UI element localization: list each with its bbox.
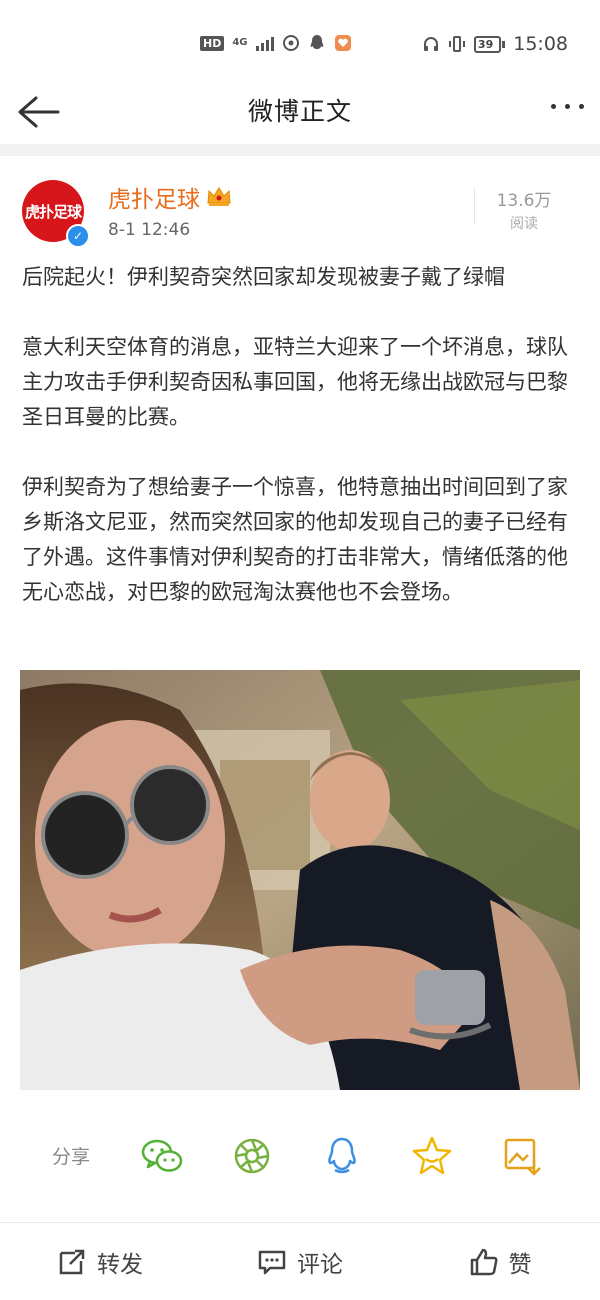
verified-badge-icon: ✓ xyxy=(66,224,90,248)
clock: 15:08 xyxy=(513,33,568,55)
share-bar: 分享 xyxy=(0,1130,600,1182)
netease-music-icon xyxy=(282,35,299,51)
read-count-value: 13.6万 xyxy=(496,191,552,211)
post-headline: 后院起火！伊利契奇突然回家却发现被妻子戴了绿帽 xyxy=(22,265,505,289)
headset-icon xyxy=(423,37,438,51)
like-button[interactable]: 赞 xyxy=(400,1224,600,1300)
author-name[interactable]: 虎扑足球 xyxy=(108,180,200,214)
comment-icon xyxy=(258,1250,286,1275)
comment-button[interactable]: 评论 xyxy=(200,1224,400,1300)
action-bar: 转发 评论 赞 xyxy=(0,1224,600,1300)
repost-label: 转发 xyxy=(97,1252,143,1278)
wechat-icon[interactable] xyxy=(138,1132,186,1180)
comment-label: 评论 xyxy=(297,1252,343,1278)
moments-icon[interactable] xyxy=(228,1132,276,1180)
post-photo[interactable] xyxy=(20,670,580,1090)
repost-icon xyxy=(59,1249,85,1275)
divider xyxy=(474,188,475,224)
qq-icon[interactable] xyxy=(318,1132,366,1180)
thumbs-up-icon xyxy=(470,1248,497,1276)
post-timestamp: 8-1 12:46 xyxy=(108,220,191,240)
battery-indicator: 39 xyxy=(473,35,506,53)
more-options-icon[interactable] xyxy=(551,104,584,109)
divider xyxy=(0,1222,600,1223)
qq-notification-icon xyxy=(310,35,323,49)
hd-badge: HD xyxy=(200,35,225,51)
save-image-icon[interactable] xyxy=(498,1132,546,1180)
favorites-star-icon[interactable] xyxy=(408,1132,456,1180)
page-title: 微博正文 xyxy=(247,97,352,126)
post-content: 后院起火！伊利契奇突然回家却发现被妻子戴了绿帽 意大利天空体育的消息，亚特兰大迎… xyxy=(22,260,582,610)
network-type: 4G xyxy=(232,37,248,48)
status-bar: HD 4G 39 15:08 xyxy=(0,0,600,86)
vibrate-icon xyxy=(448,36,465,52)
vip-crown-icon xyxy=(207,187,231,206)
read-count: 13.6万 阅读 xyxy=(484,186,564,233)
section-divider xyxy=(0,144,600,156)
app-notification-icon xyxy=(334,35,351,51)
post-paragraph: 伊利契奇为了想给妻子一个惊喜，他特意抽出时间回到了家乡斯洛文尼亚，然而突然回家的… xyxy=(22,475,568,604)
nav-bar: 微博正文 xyxy=(0,86,600,142)
repost-button[interactable]: 转发 xyxy=(0,1224,200,1300)
signal-icon xyxy=(255,35,274,51)
share-label: 分享 xyxy=(52,1146,91,1168)
author-row: 虎扑足球 xyxy=(108,180,232,214)
post-paragraph: 意大利天空体育的消息，亚特兰大迎来了一个坏消息，球队主力攻击手伊利契奇因私事回国… xyxy=(22,335,568,429)
read-count-label: 阅读 xyxy=(510,216,538,232)
like-label: 赞 xyxy=(508,1252,532,1278)
